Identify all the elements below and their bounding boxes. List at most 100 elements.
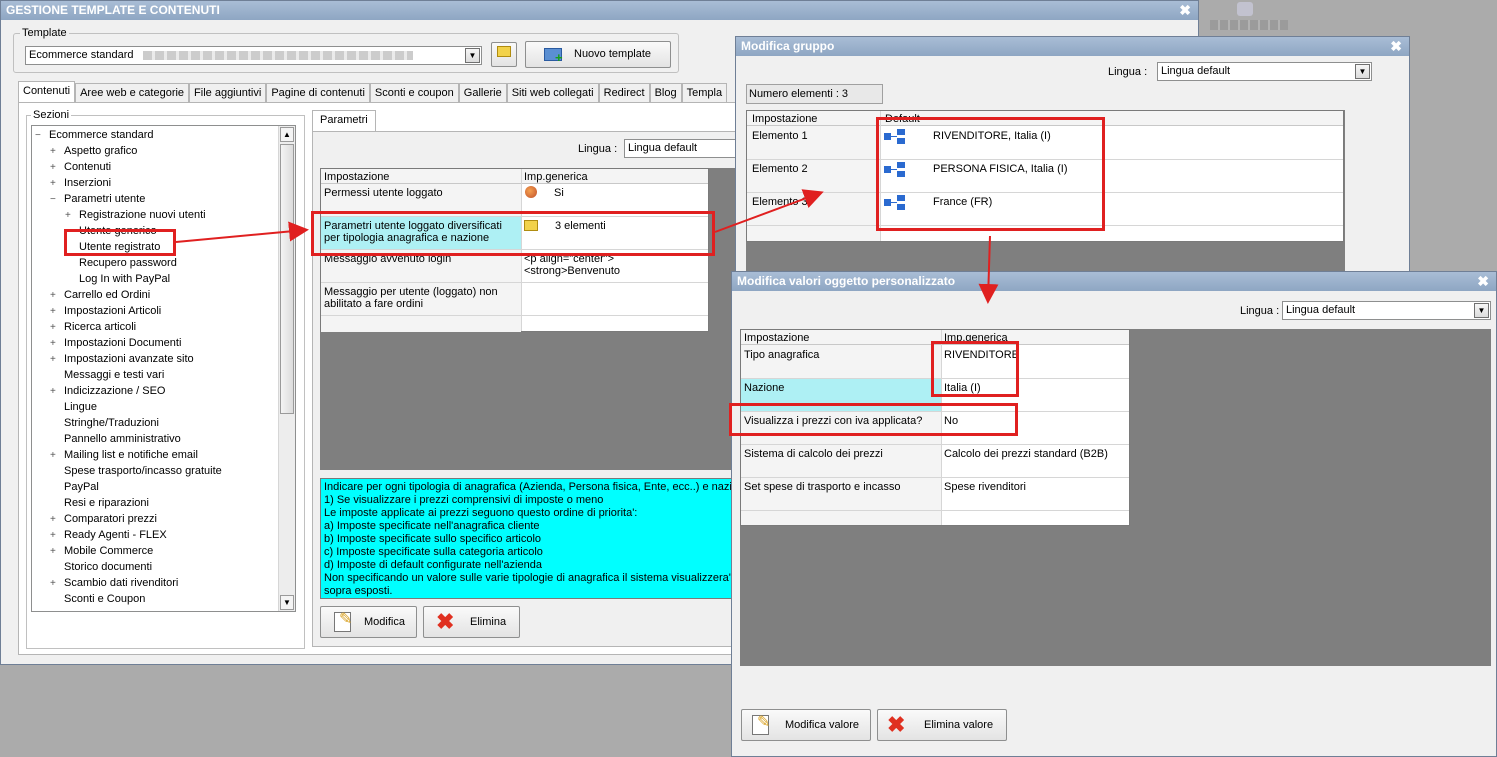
tree-item[interactable]: Storico documenti — [50, 559, 152, 575]
tree-item[interactable]: + Inserzioni — [50, 175, 111, 191]
custom-row-setting-3[interactable]: Sistema di calcolo dei prezzi — [741, 445, 886, 463]
scroll-down-icon[interactable]: ▼ — [280, 595, 294, 610]
tab-redirect[interactable]: Redirect — [598, 83, 650, 102]
tree-item[interactable]: Utente registrato — [65, 239, 160, 255]
expand-icon[interactable]: + — [50, 176, 60, 192]
expand-icon[interactable]: + — [50, 288, 60, 304]
tree-item[interactable]: + Ricerca articoli — [50, 319, 136, 335]
expand-icon[interactable]: + — [50, 144, 60, 160]
custom-row-value-3[interactable]: Calcolo dei prezzi standard (B2B) — [941, 445, 1111, 463]
expand-icon[interactable]: + — [50, 384, 60, 400]
tree-item[interactable]: + Registrazione nuovi utenti — [65, 207, 206, 223]
delete-value-button[interactable]: ✖ Elimina valore — [877, 709, 1007, 741]
row-value-3[interactable] — [521, 283, 527, 289]
close-icon[interactable]: ✖ — [1390, 37, 1402, 56]
custom-row-value-4[interactable]: Spese rivenditori — [941, 478, 1029, 496]
row-setting-1[interactable]: Parametri utente loggato diversificati p… — [321, 217, 519, 247]
expand-icon[interactable]: + — [50, 512, 60, 528]
chevron-down-icon[interactable]: ▼ — [465, 48, 480, 63]
tree-item[interactable]: + Impostazioni Documenti — [50, 335, 181, 351]
tree-item[interactable]: PayPal — [50, 479, 99, 495]
custom-row-value-0[interactable]: RIVENDITORE — [941, 346, 1022, 364]
group-row-value-0[interactable]: RIVENDITORE, Italia (I) — [930, 127, 1054, 145]
row-value-1[interactable]: 3 elementi — [552, 217, 609, 235]
group-row-label-0[interactable]: Elemento 1 — [749, 127, 811, 145]
tab-file-aggiuntivi[interactable]: File aggiuntivi — [189, 83, 267, 102]
custom-row-setting-4[interactable]: Set spese di trasporto e incasso — [741, 478, 904, 496]
expand-icon[interactable]: + — [65, 208, 75, 224]
tree-item[interactable]: − Parametri utente — [50, 191, 145, 207]
delete-button[interactable]: ✖ Elimina — [423, 606, 520, 638]
tab-aree-web[interactable]: Aree web e categorie — [75, 83, 190, 102]
close-icon[interactable]: ✖ — [1179, 1, 1191, 20]
tree-item[interactable]: + Mailing list e notifiche email — [50, 447, 198, 463]
tab-pagine-contenuti[interactable]: Pagine di contenuti — [266, 83, 370, 102]
custom-row-setting-2[interactable]: Visualizza i prezzi con iva applicata? — [741, 412, 925, 430]
row-value-2[interactable]: <p align="center"><strong>Benvenuto — [521, 250, 707, 280]
custom-lingua-select[interactable]: Lingua default ▼ — [1282, 301, 1491, 320]
tab-contenuti[interactable]: Contenuti — [18, 81, 76, 102]
custom-row-setting-1[interactable]: Nazione — [741, 379, 787, 397]
new-template-button[interactable]: + Nuovo template — [525, 41, 671, 68]
scroll-up-icon[interactable]: ▲ — [280, 127, 294, 142]
tree-item[interactable]: Resi e riparazioni — [50, 495, 149, 511]
expand-icon[interactable]: + — [50, 528, 60, 544]
tree-item[interactable]: + Impostazioni Articoli — [50, 303, 161, 319]
collapse-icon[interactable]: − — [35, 128, 45, 144]
collapse-icon[interactable]: − — [50, 192, 60, 208]
tree-item[interactable]: Lingue — [50, 399, 97, 415]
row-setting-2[interactable]: Messaggio avvenuto login — [321, 250, 519, 268]
expand-icon[interactable]: + — [50, 160, 60, 176]
group-row-label-1[interactable]: Elemento 2 — [749, 160, 811, 178]
tab-siti-collegati[interactable]: Siti web collegati — [506, 83, 599, 102]
tree-item[interactable]: + Ready Agenti - FLEX — [50, 527, 167, 543]
custom-row-setting-0[interactable]: Tipo anagrafica — [741, 346, 822, 364]
tab-template[interactable]: Templa — [681, 83, 728, 102]
tree-item[interactable]: + Aspetto grafico — [50, 143, 137, 159]
custom-row-value-1[interactable]: Italia (I) — [941, 379, 984, 397]
tree-item[interactable]: + Comparatori prezzi — [50, 511, 157, 527]
chevron-down-icon[interactable]: ▼ — [1355, 64, 1370, 79]
expand-icon[interactable]: + — [50, 352, 60, 368]
expand-icon[interactable]: + — [50, 544, 60, 560]
tree-item[interactable]: Stringhe/Traduzioni — [50, 415, 159, 431]
group-row-value-1[interactable]: PERSONA FISICA, Italia (I) — [930, 160, 1070, 178]
row-setting-3[interactable]: Messaggio per utente (loggato) non abili… — [321, 283, 519, 313]
tree-item[interactable]: Recupero password — [65, 255, 177, 271]
expand-icon[interactable]: + — [50, 336, 60, 352]
custom-row-value-2[interactable]: No — [941, 412, 961, 430]
tree-item[interactable]: + Contenuti — [50, 159, 111, 175]
group-row-label-2[interactable]: Elemento 3 — [749, 193, 811, 211]
tree-item[interactable]: Messaggi e testi vari — [50, 367, 164, 383]
tree-scrollbar[interactable]: ▲ ▼ — [278, 126, 295, 611]
expand-icon[interactable]: + — [50, 576, 60, 592]
template-select[interactable]: Ecommerce standard ▼ — [25, 46, 482, 65]
tree-item[interactable]: + Indicizzazione / SEO — [50, 383, 166, 399]
open-folder-button[interactable] — [491, 42, 517, 67]
tree-item[interactable]: Spese trasporto/incasso gratuite — [50, 463, 222, 479]
expand-icon[interactable]: + — [50, 320, 60, 336]
group-lingua-select[interactable]: Lingua default ▼ — [1157, 62, 1372, 81]
modify-button[interactable]: ✎ Modifica — [320, 606, 417, 638]
row-setting-0[interactable]: Permessi utente loggato — [321, 184, 519, 202]
tree-item[interactable]: Sconti e Coupon — [50, 591, 145, 607]
tab-blog[interactable]: Blog — [649, 83, 682, 102]
close-icon[interactable]: ✖ — [1477, 272, 1489, 291]
tree-item[interactable]: + Impostazioni avanzate sito — [50, 351, 194, 367]
tree-item[interactable]: − Ecommerce standard — [35, 127, 154, 143]
lingua-select[interactable]: Lingua default — [624, 139, 736, 158]
sections-tree[interactable]: − Ecommerce standard + Aspetto grafico + Cont… — [31, 125, 296, 612]
expand-icon[interactable]: + — [50, 448, 60, 464]
tab-sconti-coupon[interactable]: Sconti e coupon — [369, 83, 459, 102]
tree-item[interactable]: + Scambio dati rivenditori — [50, 575, 178, 591]
tab-gallerie[interactable]: Gallerie — [458, 83, 507, 102]
chevron-down-icon[interactable]: ▼ — [1474, 303, 1489, 318]
tree-item[interactable]: Log In with PayPal — [65, 271, 170, 287]
tree-item[interactable]: Pannello amministrativo — [50, 431, 181, 447]
modify-value-button[interactable]: ✎ Modifica valore — [741, 709, 871, 741]
tree-item[interactable]: + Carrello ed Ordini — [50, 287, 150, 303]
tree-item[interactable]: + Mobile Commerce — [50, 543, 153, 559]
scroll-thumb[interactable] — [280, 144, 294, 414]
group-row-value-2[interactable]: France (FR) — [930, 193, 995, 211]
expand-icon[interactable]: + — [50, 304, 60, 320]
